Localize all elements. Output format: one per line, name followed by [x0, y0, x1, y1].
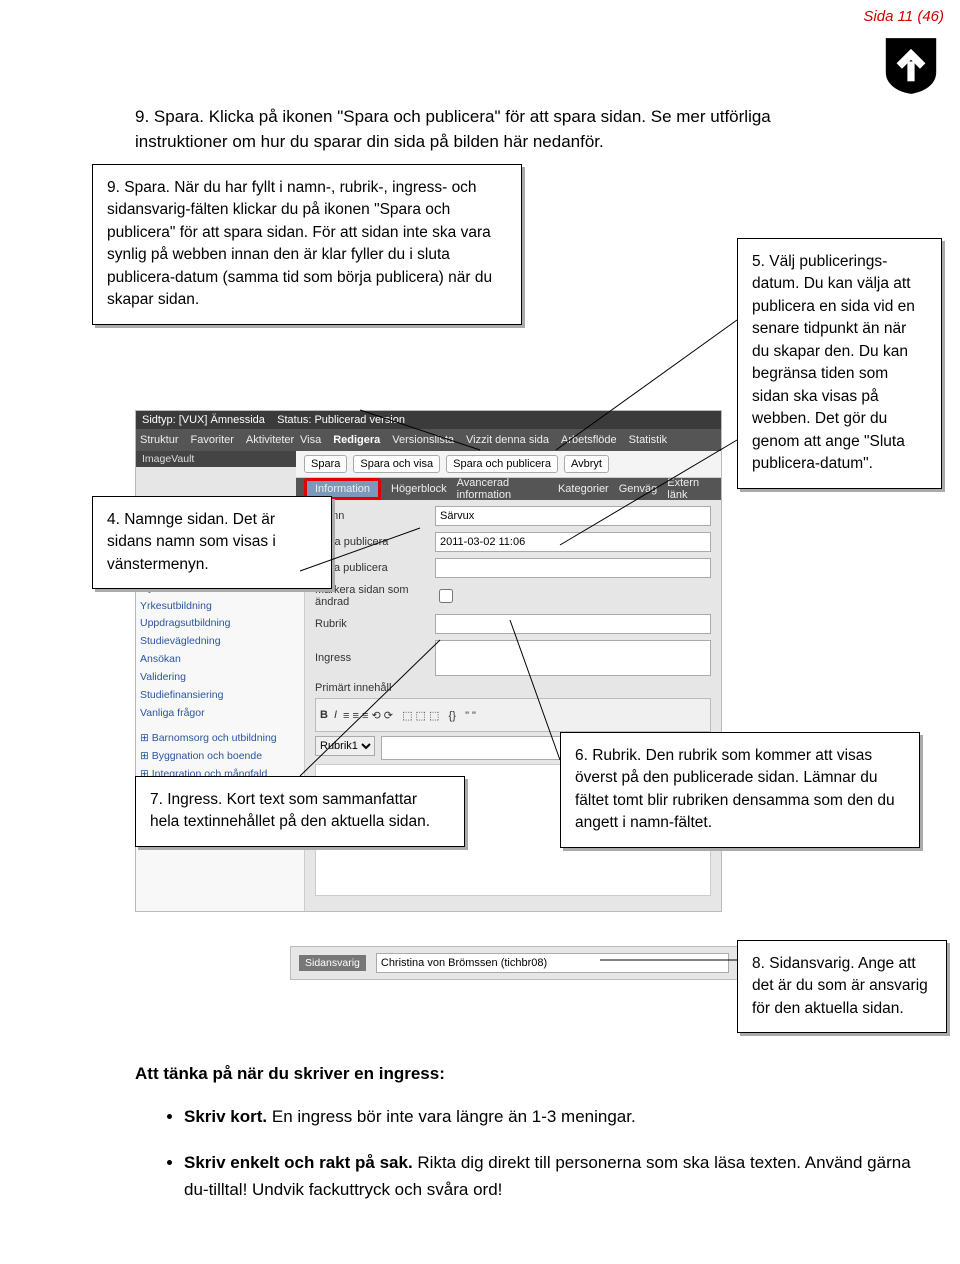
sidtyp-label: Sidtyp:	[142, 414, 176, 426]
status-label: Status:	[277, 414, 311, 426]
borja-field[interactable]	[435, 532, 711, 552]
page-form: Namn Börja publicera Sluta publicera Mar…	[305, 500, 721, 912]
ingress-bullets: Skriv kort. En ingress bör inte vara län…	[160, 1104, 924, 1223]
ingress-field[interactable]	[435, 640, 711, 676]
callout-5: 5. Välj publicerings-datum. Du kan välja…	[737, 238, 942, 489]
ingress-heading: Att tänka på när du skriver en ingress:	[135, 1064, 445, 1084]
style-select[interactable]: Rubrik1	[315, 736, 375, 756]
rich-text-toolbar: B I ≡ ≡ ≡ ⟲ ⟳ ⬚ ⬚ ⬚ {} " "	[315, 698, 711, 732]
spara-button[interactable]: Spara	[304, 455, 347, 473]
status-value: Publicerad version	[314, 414, 405, 426]
intro-paragraph: 9. Spara. Klicka på ikonen "Spara och pu…	[135, 105, 775, 154]
avbryt-button[interactable]: Avbryt	[564, 455, 609, 473]
namn-field[interactable]	[435, 506, 711, 526]
spara-visa-button[interactable]: Spara och visa	[353, 455, 440, 473]
callout-4: 4. Namnge sidan. Det är sidans namn som …	[92, 496, 332, 589]
imagevault-label: ImageVault	[136, 451, 296, 467]
spara-publicera-button[interactable]: Spara och publicera	[446, 455, 558, 473]
callout-8: 8. Sidansvarig. Ange att det är du som ä…	[737, 940, 947, 1033]
bullet-1: Skriv kort. En ingress bör inte vara län…	[184, 1104, 924, 1130]
toolbar: Spara Spara och visa Spara och publicera…	[296, 451, 721, 478]
shield-logo-icon	[884, 36, 938, 96]
sidtyp-value: [VUX] Ämnessida	[179, 414, 265, 426]
sluta-field[interactable]	[435, 558, 711, 578]
view-tabs: Visa Redigera Versionslista Vizzit denna…	[296, 429, 721, 451]
sidansvarig-row: Sidansvarig	[290, 946, 738, 980]
markera-checkbox[interactable]	[439, 589, 453, 603]
page-number: Sida 11 (46)	[863, 8, 944, 25]
rubrik-field[interactable]	[435, 614, 711, 634]
callout-7: 7. Ingress. Kort text som sammanfattar h…	[135, 776, 465, 847]
left-tabs: StrukturFavoriterAktiviteter	[136, 429, 296, 451]
subtabs: Information HögerblockAvancerad informat…	[296, 478, 721, 500]
callout-9: 9. Spara. När du har fyllt i namn-, rubr…	[92, 164, 522, 325]
callout-6: 6. Rubrik. Den rubrik som kommer att vis…	[560, 732, 920, 848]
bullet-2: Skriv enkelt och rakt på sak. Rikta dig …	[184, 1150, 924, 1203]
sidansvarig-field[interactable]	[376, 953, 729, 973]
